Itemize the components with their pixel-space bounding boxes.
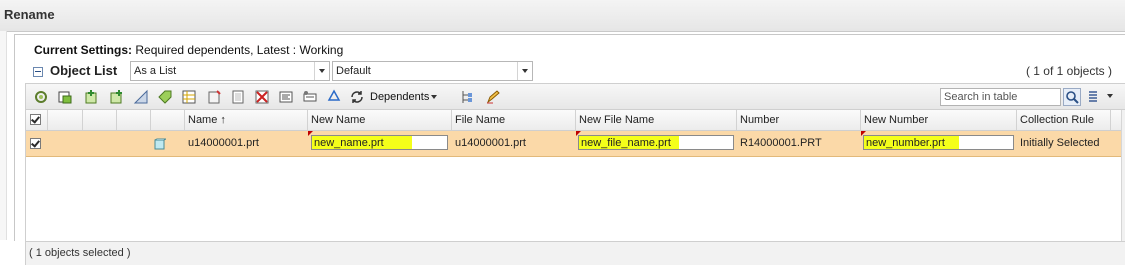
object-count: ( 1 of 1 objects ) bbox=[1025, 64, 1112, 78]
collection-rule-value: Initially Selected bbox=[1020, 137, 1100, 149]
col-header-file-name-label: File Name bbox=[455, 114, 506, 126]
add-green-alt-icon[interactable] bbox=[108, 89, 124, 105]
outer-scrollbar[interactable] bbox=[0, 31, 7, 240]
selection-status: ( 1 objects selected ) bbox=[29, 247, 131, 259]
search-icon[interactable] bbox=[1063, 88, 1081, 106]
new-number-cell: new_number.prt bbox=[861, 131, 1017, 156]
current-settings: Current Settings: Required dependents, L… bbox=[34, 43, 343, 57]
clear-icon[interactable] bbox=[230, 89, 246, 105]
collapse-icon[interactable] bbox=[33, 67, 43, 77]
dependents-label: Dependents bbox=[370, 91, 430, 103]
refresh-icon[interactable] bbox=[349, 89, 365, 105]
window-title: Rename bbox=[4, 7, 55, 22]
table-scrollbar[interactable] bbox=[1121, 110, 1125, 241]
window-title-bar: Rename bbox=[0, 0, 1125, 32]
object-table: Name ↑ New Name File Name New File Name … bbox=[25, 110, 1125, 241]
chevron-down-icon bbox=[1107, 94, 1113, 99]
col-header-4[interactable] bbox=[151, 110, 185, 130]
number-cell: R14000001.PRT bbox=[737, 131, 861, 156]
col-header-file-name[interactable]: File Name bbox=[452, 110, 576, 130]
add-green-icon[interactable] bbox=[83, 89, 99, 105]
column-config-menu[interactable] bbox=[1105, 90, 1113, 102]
col-header-number-label: Number bbox=[740, 114, 780, 126]
filter-select-value: Default bbox=[336, 65, 371, 77]
name-cell: u14000001.prt bbox=[185, 131, 308, 156]
remove-red-icon[interactable] bbox=[254, 89, 270, 105]
edit-pen-icon[interactable] bbox=[485, 89, 501, 105]
file-name-cell: u14000001.prt bbox=[452, 131, 576, 156]
status-bar: ( 1 objects selected ) bbox=[25, 241, 1125, 265]
edit-triangle-icon[interactable] bbox=[133, 89, 149, 105]
new-number-value: new_number.prt bbox=[866, 137, 945, 149]
add-object-icon[interactable] bbox=[57, 89, 73, 105]
view-select[interactable]: As a List bbox=[130, 61, 330, 81]
collection-rule-cell: Initially Selected bbox=[1017, 131, 1111, 156]
tag-icon[interactable] bbox=[157, 89, 173, 105]
properties-icon[interactable] bbox=[278, 89, 294, 105]
new-name-value: new_name.prt bbox=[314, 137, 384, 149]
sort-asc-icon: ↑ bbox=[220, 114, 226, 126]
col-header-number[interactable]: Number bbox=[737, 110, 861, 130]
type-icon-cell bbox=[151, 131, 185, 156]
column-config-icon[interactable] bbox=[1086, 89, 1102, 105]
chevron-down-icon bbox=[431, 95, 438, 100]
table-list-icon[interactable] bbox=[181, 89, 197, 105]
col-header-collection-rule-label: Collection Rule bbox=[1020, 114, 1094, 126]
new-number-input[interactable]: new_number.prt bbox=[863, 135, 1014, 150]
search-placeholder: Search in table bbox=[944, 91, 1018, 103]
filter-select[interactable]: Default bbox=[332, 61, 533, 81]
gear-refresh-icon[interactable] bbox=[33, 89, 49, 105]
table-header: Name ↑ New Name File Name New File Name … bbox=[26, 110, 1121, 131]
chevron-down-icon bbox=[314, 62, 329, 80]
new-file-name-input[interactable]: new_file_name.prt bbox=[578, 135, 734, 150]
col-header-3[interactable] bbox=[117, 110, 151, 130]
current-settings-value: Required dependents, Latest : Working bbox=[135, 43, 344, 57]
col-header-new-file-name[interactable]: New File Name bbox=[576, 110, 737, 130]
col-header-2[interactable] bbox=[83, 110, 117, 130]
new-name-input[interactable]: new_name.prt bbox=[311, 135, 448, 150]
row-select-cell bbox=[26, 131, 48, 156]
name-value: u14000001.prt bbox=[188, 137, 259, 149]
table-toolbar: Dependents Search in table bbox=[25, 83, 1125, 110]
search-input[interactable]: Search in table bbox=[940, 88, 1061, 106]
col-header-1[interactable] bbox=[48, 110, 83, 130]
object-list-title: Object List bbox=[50, 63, 118, 78]
col-header-name[interactable]: Name ↑ bbox=[185, 110, 308, 130]
file-name-value: u14000001.prt bbox=[455, 137, 526, 149]
select-all-checkbox[interactable] bbox=[30, 114, 41, 125]
col-header-collection-rule[interactable]: Collection Rule bbox=[1017, 110, 1111, 130]
table-row[interactable]: u14000001.prt new_name.prt u14000001.prt… bbox=[26, 131, 1121, 157]
current-settings-label: Current Settings: bbox=[34, 43, 133, 57]
new-file-name-value: new_file_name.prt bbox=[581, 137, 671, 149]
col-header-new-file-name-label: New File Name bbox=[579, 114, 655, 126]
new-file-name-cell: new_file_name.prt bbox=[576, 131, 737, 156]
select-all-header bbox=[26, 110, 48, 130]
remove-icon[interactable] bbox=[206, 89, 222, 105]
row-checkbox[interactable] bbox=[30, 138, 41, 149]
part-icon bbox=[154, 138, 166, 150]
number-value: R14000001.PRT bbox=[740, 137, 822, 149]
new-name-cell: new_name.prt bbox=[308, 131, 452, 156]
col-header-new-name-label: New Name bbox=[311, 114, 366, 126]
chevron-down-icon bbox=[517, 62, 532, 80]
view-select-value: As a List bbox=[134, 65, 177, 77]
col-header-new-number[interactable]: New Number bbox=[861, 110, 1017, 130]
col-header-name-label: Name ↑ bbox=[188, 114, 226, 126]
col-header-new-number-label: New Number bbox=[864, 114, 929, 126]
rename-panel: Current Settings: Required dependents, L… bbox=[14, 34, 1125, 265]
tree-icon[interactable] bbox=[459, 89, 475, 105]
recycle-icon[interactable] bbox=[326, 89, 342, 105]
col-header-new-name[interactable]: New Name bbox=[308, 110, 452, 130]
properties-alt-icon[interactable] bbox=[302, 89, 318, 105]
dependents-menu[interactable]: Dependents bbox=[370, 91, 438, 103]
